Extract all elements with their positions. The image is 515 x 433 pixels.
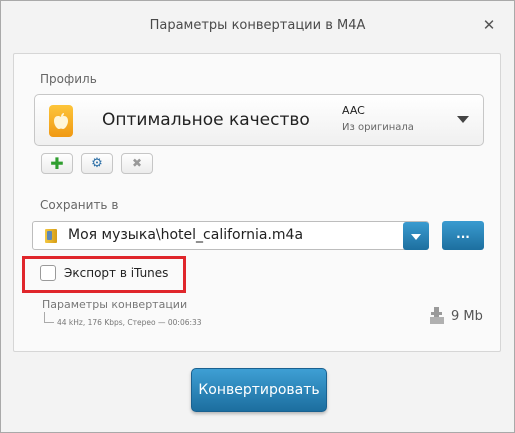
settings-panel: Профиль Оптимальное качество AAC Из ориг… — [13, 53, 501, 352]
conversion-params-details: 44 kHz, 176 Kbps, Стерео — 00:06:33 — [57, 318, 202, 327]
apple-icon — [49, 105, 73, 137]
save-to-label: Сохранить в — [40, 198, 119, 212]
gear-icon: ⚙ — [91, 156, 103, 171]
tree-connector — [44, 312, 54, 323]
title-bar: Параметры конвертации в M4A ✕ — [1, 1, 514, 51]
output-path-value: Моя музыка\hotel_california.m4a — [68, 227, 304, 243]
close-icon: ✖ — [131, 156, 143, 170]
folder-icon — [45, 229, 57, 243]
add-profile-button[interactable]: ✚ — [41, 153, 73, 174]
close-icon[interactable]: ✕ — [478, 14, 500, 36]
conversion-params-title: Параметры конвертации — [42, 298, 188, 311]
profile-dropdown[interactable]: Оптимальное качество AAC Из оригинала — [34, 94, 484, 146]
dialog-title: Параметры конвертации в M4A — [149, 18, 366, 33]
output-path-field[interactable]: Моя музыка\hotel_california.m4a — [32, 221, 429, 250]
edit-profile-button[interactable]: ⚙ — [81, 153, 113, 174]
itunes-export-label[interactable]: Экспорт в iTunes — [64, 266, 168, 280]
codec-label: AAC — [342, 104, 365, 117]
output-file-size: 9 Mb — [451, 309, 483, 324]
browse-button[interactable]: ... — [442, 221, 484, 250]
chevron-down-icon — [457, 116, 469, 123]
profile-name: Оптимальное качество — [102, 110, 310, 130]
codec-source: Из оригинала — [342, 122, 414, 133]
convert-button[interactable]: Конвертировать — [191, 368, 327, 412]
delete-profile-button[interactable]: ✖ — [121, 153, 153, 174]
path-dropdown-button[interactable] — [403, 222, 429, 250]
plus-icon: ✚ — [50, 154, 64, 173]
conversion-dialog: Параметры конвертации в M4A ✕ Профиль Оп… — [0, 0, 515, 433]
profile-label: Профиль — [40, 72, 97, 86]
itunes-export-checkbox[interactable] — [40, 265, 56, 281]
file-size-icon — [430, 307, 444, 324]
